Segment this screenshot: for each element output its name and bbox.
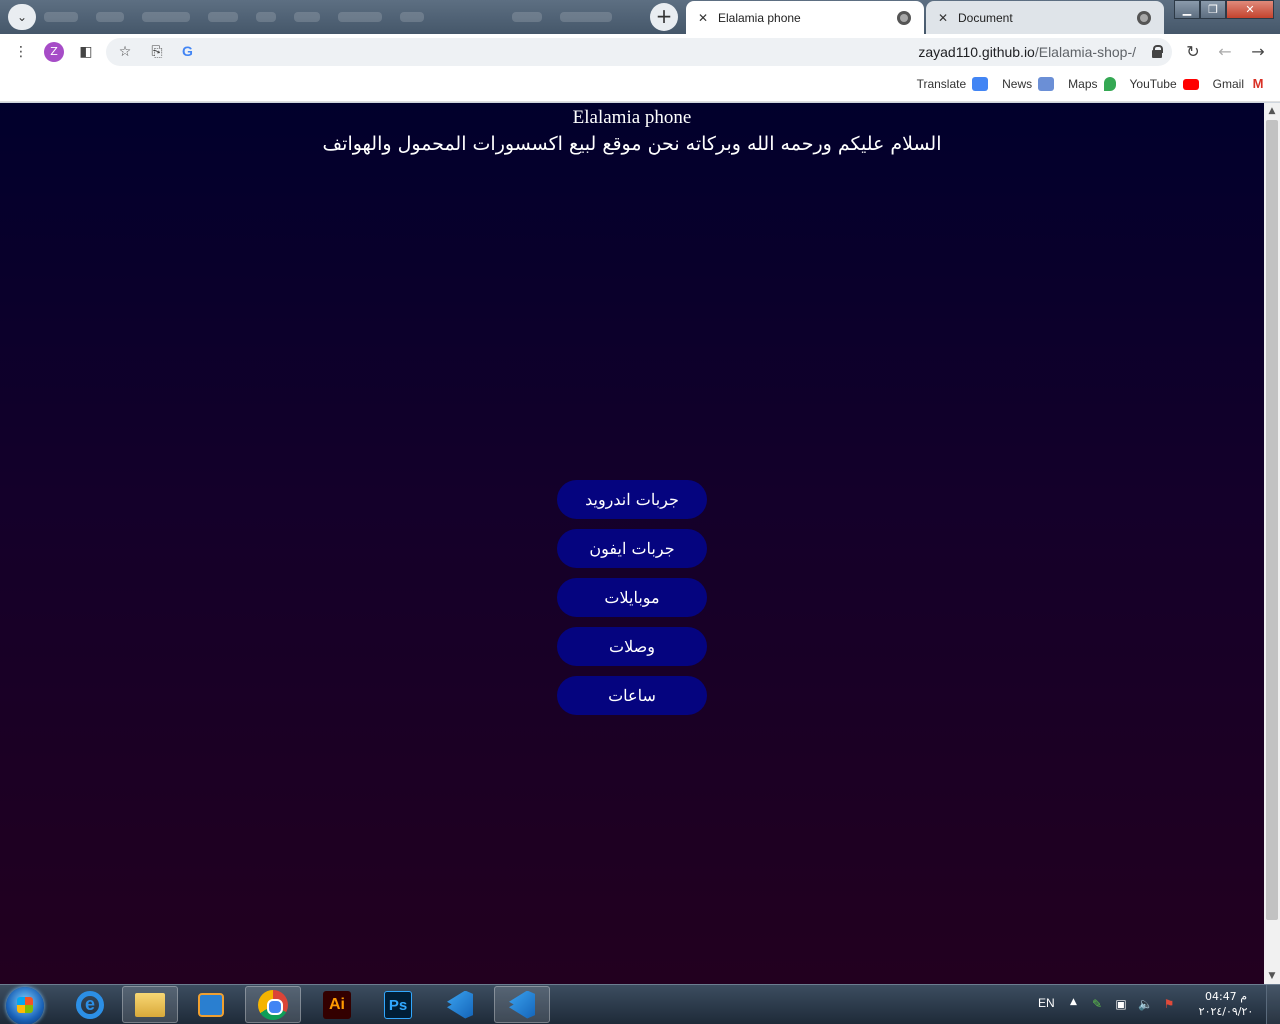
chrome-icon: [258, 989, 288, 1020]
media-player-icon: [198, 992, 224, 1017]
window-controls: ▁ ❐ ✕: [1174, 0, 1274, 19]
file-explorer-icon: [135, 992, 165, 1017]
news-icon: [1038, 77, 1055, 91]
taskbar-file-explorer[interactable]: [122, 986, 178, 1023]
taskbar-clock[interactable]: 04:47 م ٢٠٢٤/٠٩/٢٠: [1194, 989, 1258, 1019]
tab-title: Elalamia phone: [718, 10, 801, 25]
reload-icon[interactable]: ↻: [1184, 43, 1202, 61]
start-button[interactable]: [6, 987, 44, 1024]
close-window-button[interactable]: ✕: [1226, 0, 1274, 19]
page-title: Elalamia phone: [572, 107, 692, 128]
menu-button-iphone-cases[interactable]: جربات ايفون: [557, 529, 707, 568]
volume-icon[interactable]: 🔈: [1138, 997, 1153, 1011]
illustrator-icon: Ai: [323, 990, 351, 1019]
taskbar-vscode[interactable]: [432, 986, 488, 1023]
bookmark-maps[interactable]: Maps: [1068, 77, 1116, 91]
scroll-down-arrow-icon[interactable]: ▼: [1264, 968, 1280, 984]
maps-icon: [1103, 77, 1116, 91]
side-panel-icon[interactable]: ◧: [77, 43, 95, 61]
action-center-flag-icon[interactable]: ⚑: [1162, 997, 1176, 1011]
network-icon[interactable]: ▣: [1114, 997, 1128, 1011]
taskbar-photoshop[interactable]: Ps: [370, 986, 426, 1023]
tab-search-button[interactable]: ⌄: [8, 4, 36, 30]
show-hidden-icons-icon[interactable]: ▲: [1070, 997, 1077, 1007]
minimize-button[interactable]: ▁: [1174, 0, 1200, 19]
language-indicator[interactable]: EN: [1038, 996, 1055, 1010]
bookmark-gmail[interactable]: Gmail M: [1212, 76, 1266, 92]
menu-button-android-cases[interactable]: جربات اندرويد: [557, 480, 707, 519]
windows-taskbar: e Ai Ps EN ▲ ✎ ▣ 🔈 ⚑ 04:47 م ٢٠٢٤/٠٩/٢٠: [0, 984, 1280, 1024]
address-bar[interactable]: ☆ ⎘ G zayad110.github.io/Elalamia-shop-/: [106, 38, 1172, 66]
category-menu: جربات اندرويد جربات ايفون موبايلات وصلات…: [557, 480, 707, 715]
url-host: zayad110.github.io: [918, 44, 1035, 60]
page-viewport: Elalamia phone السلام عليكم ورحمه الله و…: [0, 103, 1264, 984]
bookmark-label: YouTube: [1129, 77, 1177, 91]
lock-icon[interactable]: [1152, 45, 1163, 58]
scroll-thumb[interactable]: [1266, 120, 1278, 920]
menu-button-mobiles[interactable]: موبايلات: [557, 578, 707, 617]
google-icon: G: [182, 43, 193, 59]
tab-strip: ⌄ + ✕ Elalamia phone ✕ Document ▁ ❐ ✕: [0, 0, 1280, 34]
taskbar-chrome[interactable]: [245, 986, 301, 1023]
close-icon[interactable]: ✕: [936, 11, 950, 25]
tab-inactive[interactable]: ✕ Document: [926, 1, 1164, 34]
page-scrollbar[interactable]: ▲ ▼: [1264, 103, 1280, 984]
menu-button-watches[interactable]: ساعات: [557, 676, 707, 715]
windows-logo-icon: [17, 997, 33, 1013]
taskbar-vscode-2[interactable]: [494, 986, 550, 1023]
bookmark-label: News: [1002, 77, 1033, 91]
photoshop-icon: Ps: [384, 990, 412, 1019]
bookmark-label: Translate: [916, 77, 967, 91]
maximize-button[interactable]: ❐: [1200, 0, 1226, 19]
url-text[interactable]: zayad110.github.io/Elalamia-shop-/: [918, 44, 1136, 60]
vscode-icon: [447, 990, 473, 1019]
back-arrow-icon[interactable]: ←: [1216, 43, 1234, 61]
bookmark-youtube[interactable]: YouTube: [1130, 77, 1199, 91]
taskbar-illustrator[interactable]: Ai: [309, 986, 365, 1023]
internet-explorer-icon: e: [76, 990, 104, 1019]
translate-icon: [972, 77, 989, 91]
globe-icon: [897, 10, 911, 25]
vscode-icon: [509, 990, 535, 1019]
show-desktop-button[interactable]: [1266, 985, 1280, 1024]
taskbar-media-player[interactable]: [183, 986, 239, 1023]
tab-title: Document: [958, 10, 1013, 25]
more-vert-icon[interactable]: ⋮: [12, 43, 30, 61]
blurred-bookmarks-area: [44, 9, 612, 25]
bookmark-label: Maps: [1068, 77, 1098, 91]
clock-time: 04:47 م: [1204, 990, 1247, 1003]
tab-active[interactable]: ✕ Elalamia phone: [686, 1, 924, 34]
profile-avatar[interactable]: Z: [44, 42, 64, 62]
share-icon[interactable]: ⎘: [148, 43, 166, 61]
forward-arrow-icon[interactable]: →: [1249, 43, 1267, 61]
pen-tray-icon[interactable]: ✎: [1090, 997, 1104, 1011]
bookmark-translate[interactable]: Translate: [917, 77, 989, 91]
scroll-up-arrow-icon[interactable]: ▲: [1264, 103, 1280, 119]
close-icon[interactable]: ✕: [696, 11, 710, 25]
bookmark-label: Gmail: [1212, 77, 1244, 91]
page-subtitle: السلام عليكم ورحمه الله وبركاته نحن موقع…: [322, 133, 942, 155]
star-icon[interactable]: ☆: [116, 43, 134, 61]
url-path: /Elalamia-shop-/: [1034, 44, 1136, 60]
youtube-icon: [1182, 78, 1199, 90]
gmail-icon: M: [1252, 76, 1264, 91]
browser-toolbar: ⋮ Z ◧ ☆ ⎘ G zayad110.github.io/Elalamia-…: [0, 34, 1280, 70]
clock-date: ٢٠٢٤/٠٩/٢٠: [1198, 1005, 1254, 1018]
taskbar-internet-explorer[interactable]: e: [62, 986, 118, 1023]
globe-icon: [1137, 10, 1151, 25]
menu-button-cables[interactable]: وصلات: [557, 627, 707, 666]
new-tab-button[interactable]: +: [650, 3, 678, 31]
chevron-down-icon: ⌄: [16, 10, 28, 24]
bookmarks-bar: Translate News Maps YouTube Gmail M: [0, 70, 1280, 102]
bookmark-news[interactable]: News: [1002, 77, 1055, 91]
